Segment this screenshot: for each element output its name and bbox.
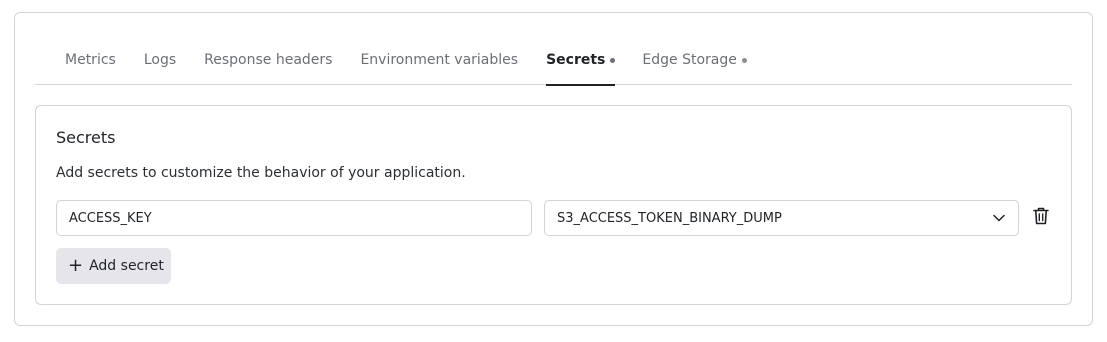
tab-secrets[interactable]: Secrets: [546, 40, 616, 86]
plus-icon: +: [68, 255, 84, 276]
tab-response-headers-label: Response headers: [204, 52, 333, 68]
tab-response-headers[interactable]: Response headers: [204, 40, 332, 85]
tab-bar: Metrics Logs Response headers Environmen…: [35, 40, 1072, 86]
tab-metrics[interactable]: Metrics: [65, 40, 116, 85]
tab-secrets-label: Secrets: [546, 52, 606, 68]
secrets-description: Add secrets to customize the behavior of…: [56, 165, 466, 181]
tab-edge-storage-indicator-dot: [741, 58, 747, 63]
add-secret-button[interactable]: + Add secret: [56, 248, 171, 284]
tab-metrics-label: Metrics: [65, 52, 116, 68]
secret-value-select[interactable]: S3_ACCESS_TOKEN_BINARY_DUMP: [544, 200, 1019, 236]
trash-icon: [1033, 207, 1049, 229]
tab-edge-storage-label: Edge Storage: [642, 52, 737, 68]
add-secret-label: Add secret: [89, 258, 164, 274]
tab-edge-storage[interactable]: Edge Storage: [642, 40, 747, 85]
tab-secrets-indicator-dot: [610, 58, 616, 63]
tab-logs-label: Logs: [143, 52, 177, 68]
secret-key-input[interactable]: [69, 210, 519, 226]
tab-environment-variables-label: Environment variables: [360, 52, 519, 68]
secret-value-text: S3_ACCESS_TOKEN_BINARY_DUMP: [557, 210, 782, 226]
tab-logs[interactable]: Logs: [144, 40, 176, 85]
secrets-title: Secrets: [56, 128, 116, 147]
tab-environment-variables[interactable]: Environment variables: [360, 40, 518, 85]
chevron-down-icon: [992, 211, 1006, 225]
delete-secret-button[interactable]: [1032, 207, 1050, 229]
secrets-card: Secrets Add secrets to customize the beh…: [35, 105, 1072, 305]
secret-key-field[interactable]: [56, 200, 532, 236]
